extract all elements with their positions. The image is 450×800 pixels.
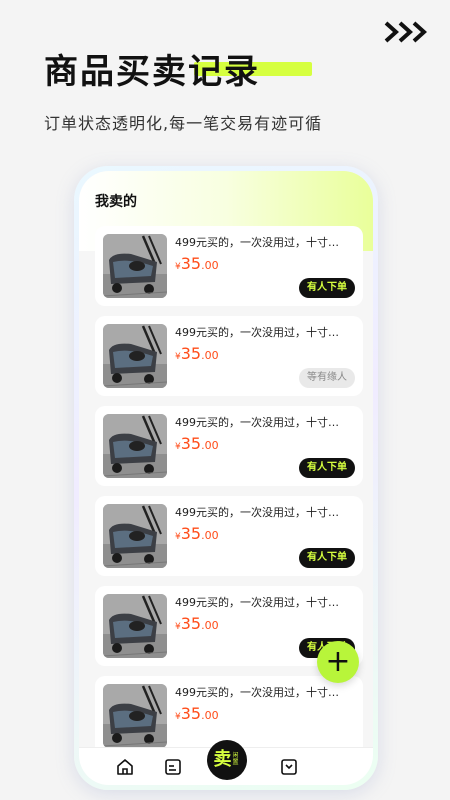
price-integer: 35: [180, 704, 202, 723]
stroller-image: [103, 504, 167, 568]
sold-items-list: 499元买的，一次没用过，十寸… ¥35.00 有人下单 499元买的，一次没用…: [95, 226, 363, 766]
tab-records[interactable]: [163, 757, 183, 777]
status-badge[interactable]: 有人下单: [299, 458, 355, 478]
price-decimal: .00: [201, 709, 219, 722]
stroller-image: [103, 324, 167, 388]
product-title: 499元买的，一次没用过，十寸…: [175, 686, 339, 699]
stroller-image: [103, 684, 167, 748]
phone-screen: 我卖的 499元买的，一次没用过，十寸… ¥35.00 有人下单 499元买的，…: [79, 171, 373, 785]
price-integer: 35: [180, 524, 202, 543]
document-icon: [165, 759, 181, 775]
price-decimal: .00: [201, 619, 219, 632]
status-badge[interactable]: 有人下单: [299, 548, 355, 568]
product-price: ¥35.00: [175, 434, 219, 453]
price-integer: 35: [180, 614, 202, 633]
product-price: ¥35.00: [175, 344, 219, 363]
product-thumbnail: [103, 684, 167, 748]
list-item[interactable]: 499元买的，一次没用过，十寸… ¥35.00 有人下单: [95, 406, 363, 486]
product-price: ¥35.00: [175, 254, 219, 273]
product-thumbnail: [103, 594, 167, 658]
bottom-tab-bar: 卖 闲置: [79, 740, 373, 785]
product-thumbnail: [103, 504, 167, 568]
tab-home[interactable]: [115, 757, 135, 777]
phone-mockup: 我卖的 499元买的，一次没用过，十寸… ¥35.00 有人下单 499元买的，…: [74, 166, 378, 790]
section-title: 我卖的: [95, 194, 137, 210]
page-title: 商品买卖记录: [44, 52, 260, 92]
home-icon: [117, 759, 133, 775]
list-item[interactable]: 499元买的，一次没用过，十寸… ¥35.00 等有缘人: [95, 316, 363, 396]
price-decimal: .00: [201, 259, 219, 272]
add-item-button[interactable]: +: [317, 641, 359, 683]
tab-messages[interactable]: [279, 757, 299, 777]
product-title: 499元买的，一次没用过，十寸…: [175, 326, 339, 339]
product-thumbnail: [103, 234, 167, 298]
price-decimal: .00: [201, 349, 219, 362]
stroller-image: [103, 234, 167, 298]
stroller-image: [103, 594, 167, 658]
product-thumbnail: [103, 324, 167, 388]
sell-sublabel: 闲置: [232, 752, 239, 766]
product-thumbnail: [103, 414, 167, 478]
product-title: 499元买的，一次没用过，十寸…: [175, 236, 339, 249]
headline: 商品买卖记录: [44, 52, 344, 96]
price-integer: 35: [180, 254, 202, 273]
sell-label: 卖: [213, 749, 232, 770]
price-decimal: .00: [201, 439, 219, 452]
product-price: ¥35.00: [175, 614, 219, 633]
triple-chevron-right-icon[interactable]: [384, 20, 430, 44]
product-price: ¥35.00: [175, 524, 219, 543]
list-item[interactable]: 499元买的，一次没用过，十寸… ¥35.00 有人下单: [95, 496, 363, 576]
price-decimal: .00: [201, 529, 219, 542]
status-badge[interactable]: 等有缘人: [299, 368, 355, 388]
message-box-icon: [281, 759, 297, 775]
product-title: 499元买的，一次没用过，十寸…: [175, 596, 339, 609]
price-integer: 35: [180, 344, 202, 363]
list-item[interactable]: 499元买的，一次没用过，十寸… ¥35.00 有人下单: [95, 226, 363, 306]
status-badge[interactable]: 有人下单: [299, 278, 355, 298]
product-title: 499元买的，一次没用过，十寸…: [175, 416, 339, 429]
product-title: 499元买的，一次没用过，十寸…: [175, 506, 339, 519]
stroller-image: [103, 414, 167, 478]
tab-sell[interactable]: 卖 闲置: [207, 740, 247, 780]
page-subtitle: 订单状态透明化,每一笔交易有迹可循: [44, 114, 323, 133]
price-integer: 35: [180, 434, 202, 453]
product-price: ¥35.00: [175, 704, 219, 723]
plus-icon: +: [325, 644, 351, 679]
